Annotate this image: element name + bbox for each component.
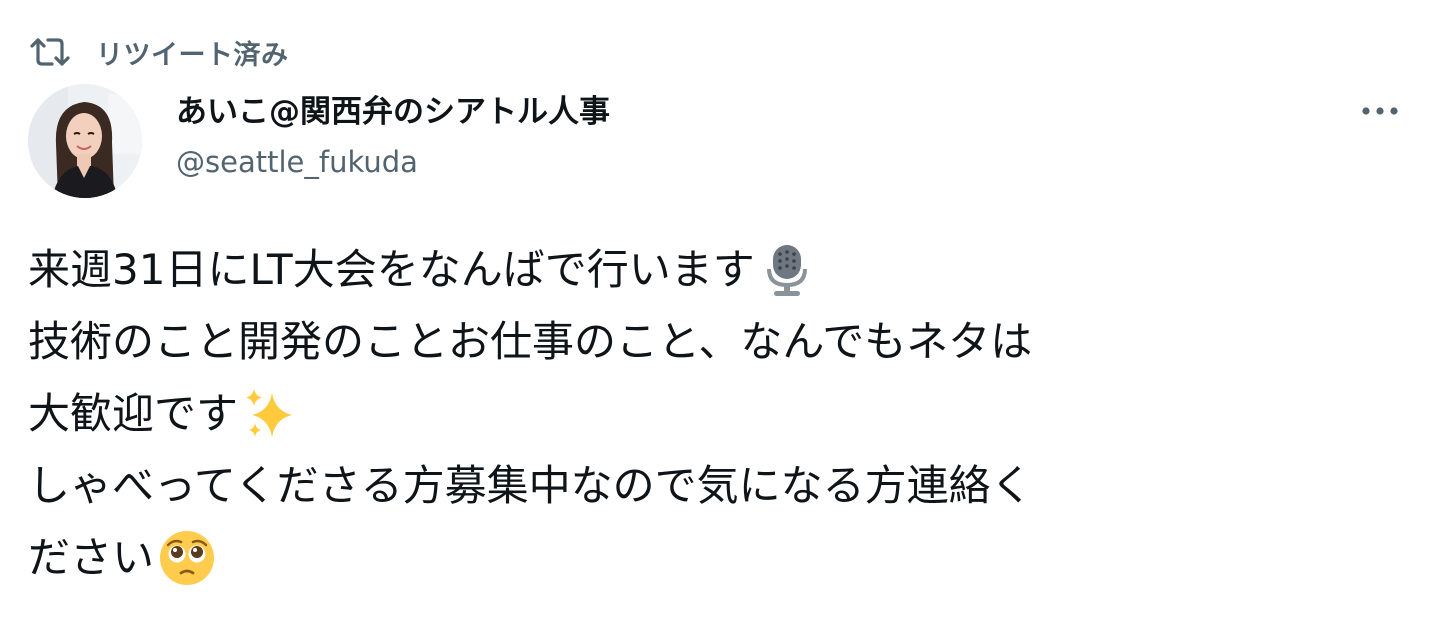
tweet-card[interactable]: リツイート済み あいこ@関西弁のシアトル人事 @seattle_fukuda 来… [0, 0, 1440, 619]
retweet-context[interactable]: リツイート済み [28, 30, 289, 74]
tweet-text-line: しゃべってくださる方募集中なので気になる方連絡く [28, 450, 1418, 522]
tweet-text-segment: 来週31日にLT大会をなんばで行います [28, 245, 755, 294]
sparkles-emoji [242, 385, 300, 443]
display-name[interactable]: あいこ@関西弁のシアトル人事 [176, 90, 610, 134]
avatar[interactable] [28, 84, 142, 198]
tweet-text: 来週31日にLT大会をなんばで行います 技術のこと開発のことお仕事のこと、なんで… [28, 234, 1418, 594]
tweet-text-segment: しゃべってくださる方募集中なので気になる方連絡く [28, 461, 1033, 510]
user-info[interactable]: あいこ@関西弁のシアトル人事 @seattle_fukuda [176, 90, 610, 182]
tweet-text-line: 技術のこと開発のことお仕事のこと、なんでもネタは [28, 306, 1418, 378]
tweet-text-segment: ださい [28, 533, 155, 582]
tweet-text-line: ださい [28, 522, 1418, 594]
retweet-label: リツイート済み [96, 39, 289, 71]
microphone-emoji [759, 241, 817, 299]
tweet-text-line: 来週31日にLT大会をなんばで行います [28, 234, 1418, 306]
more-icon [1360, 101, 1400, 120]
tweet-text-segment: 技術のこと開発のことお仕事のこと、なんでもネタは [28, 317, 1033, 366]
tweet-text-segment: 大歓迎です [28, 389, 239, 438]
more-options-button[interactable] [1354, 90, 1406, 130]
pleading-face-emoji [158, 529, 216, 587]
retweet-icon [28, 32, 72, 72]
user-handle[interactable]: @seattle_fukuda [176, 142, 610, 182]
tweet-text-line: 大歓迎です [28, 378, 1418, 450]
